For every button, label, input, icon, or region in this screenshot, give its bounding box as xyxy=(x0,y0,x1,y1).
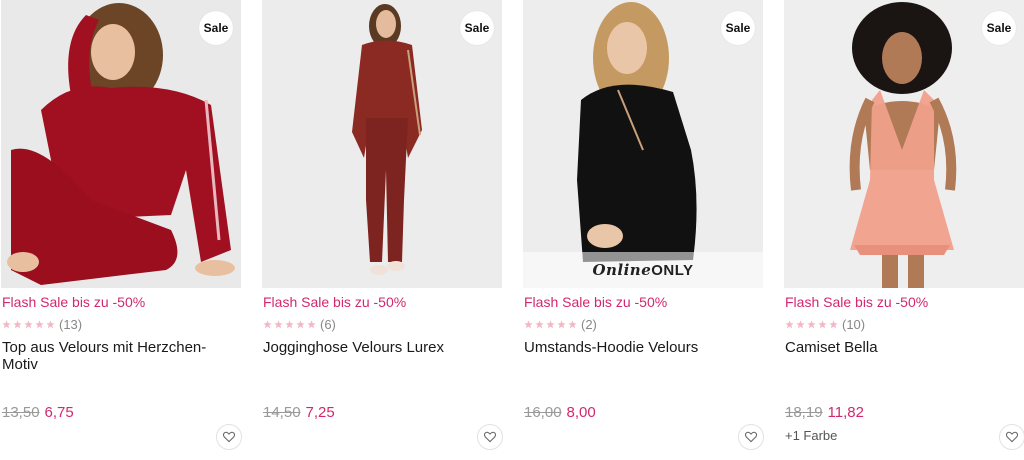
star-icon xyxy=(307,320,316,329)
rating[interactable]: (13) xyxy=(2,317,82,332)
rating[interactable]: (2) xyxy=(524,317,597,332)
product-card[interactable]: Sale Flash Sale bis zu -50% (10) Camiset… xyxy=(784,0,1024,460)
rating-count: (6) xyxy=(320,317,336,332)
flash-sale-label: Flash Sale bis zu -50% xyxy=(524,294,668,310)
flash-sale-label: Flash Sale bis zu -50% xyxy=(2,294,146,310)
rating[interactable]: (6) xyxy=(263,317,336,332)
old-price: 18,19 xyxy=(785,404,823,421)
product-title[interactable]: Top aus Velours mit Herzchen-Motiv xyxy=(2,339,222,373)
star-icon xyxy=(557,320,566,329)
star-icon xyxy=(785,320,794,329)
star-icon xyxy=(35,320,44,329)
product-image[interactable]: Sale xyxy=(262,0,502,288)
product-title[interactable]: Umstands-Hoodie Velours xyxy=(524,339,744,356)
old-price: 13,50 xyxy=(2,404,40,421)
star-icon xyxy=(524,320,533,329)
rating[interactable]: (10) xyxy=(785,317,865,332)
price: 13,50 6,75 xyxy=(2,404,74,421)
star-icon xyxy=(13,320,22,329)
star-icon xyxy=(46,320,55,329)
star-icon xyxy=(274,320,283,329)
rating-count: (13) xyxy=(59,317,83,332)
star-icon xyxy=(24,320,33,329)
rating-stars xyxy=(2,320,55,329)
wishlist-button[interactable] xyxy=(477,424,503,450)
online-only-script: Online xyxy=(592,261,652,279)
price: 16,00 8,00 xyxy=(524,404,596,421)
product-card[interactable]: Sale OnlineONLY Flash Sale bis zu -50% (… xyxy=(523,0,764,460)
star-icon xyxy=(568,320,577,329)
product-image[interactable]: Sale OnlineONLY xyxy=(523,0,763,288)
online-only-label: OnlineONLY xyxy=(523,252,763,288)
wishlist-button[interactable] xyxy=(999,424,1024,450)
color-variants-link[interactable]: +1 Farbe xyxy=(785,428,837,443)
rating-stars xyxy=(524,320,577,329)
heart-outline-icon xyxy=(483,431,497,443)
sale-price: 11,82 xyxy=(827,404,864,421)
sale-badge: Sale xyxy=(199,11,233,45)
product-photo-model-black-hoodie xyxy=(523,0,763,288)
wishlist-button[interactable] xyxy=(216,424,242,450)
heart-outline-icon xyxy=(1005,431,1019,443)
sale-price: 8,00 xyxy=(566,404,596,421)
product-title[interactable]: Camiset Bella xyxy=(785,339,1005,356)
rating-count: (2) xyxy=(581,317,597,332)
heart-outline-icon xyxy=(222,431,236,443)
rating-stars xyxy=(785,320,838,329)
sale-badge: Sale xyxy=(982,11,1016,45)
heart-outline-icon xyxy=(744,431,758,443)
product-image[interactable]: Sale xyxy=(1,0,241,288)
sale-badge: Sale xyxy=(460,11,494,45)
price: 18,19 11,82 xyxy=(785,404,864,421)
product-grid: Sale Flash Sale bis zu -50% (13) Top aus… xyxy=(0,0,1024,460)
product-title[interactable]: Jogginghose Velours Lurex xyxy=(263,339,483,356)
old-price: 14,50 xyxy=(263,404,301,421)
online-only-caps: ONLY xyxy=(651,262,694,279)
sale-price: 6,75 xyxy=(44,404,74,421)
flash-sale-label: Flash Sale bis zu -50% xyxy=(263,294,407,310)
product-image[interactable]: Sale xyxy=(784,0,1024,288)
flash-sale-label: Flash Sale bis zu -50% xyxy=(785,294,929,310)
star-icon xyxy=(818,320,827,329)
price: 14,50 7,25 xyxy=(263,404,335,421)
sale-price: 7,25 xyxy=(305,404,335,421)
star-icon xyxy=(263,320,272,329)
rating-stars xyxy=(263,320,316,329)
star-icon xyxy=(2,320,11,329)
star-icon xyxy=(535,320,544,329)
star-icon xyxy=(546,320,555,329)
product-photo-model-rust-velour-set xyxy=(262,0,502,288)
product-photo-model-red-velour-set xyxy=(1,0,241,288)
star-icon xyxy=(285,320,294,329)
product-photo-model-pink-camisole xyxy=(784,0,1024,288)
star-icon xyxy=(796,320,805,329)
star-icon xyxy=(807,320,816,329)
product-card[interactable]: Sale Flash Sale bis zu -50% (6) Joggingh… xyxy=(262,0,503,460)
old-price: 16,00 xyxy=(524,404,562,421)
wishlist-button[interactable] xyxy=(738,424,764,450)
product-card[interactable]: Sale Flash Sale bis zu -50% (13) Top aus… xyxy=(1,0,242,460)
sale-badge: Sale xyxy=(721,11,755,45)
star-icon xyxy=(829,320,838,329)
rating-count: (10) xyxy=(842,317,866,332)
star-icon xyxy=(296,320,305,329)
